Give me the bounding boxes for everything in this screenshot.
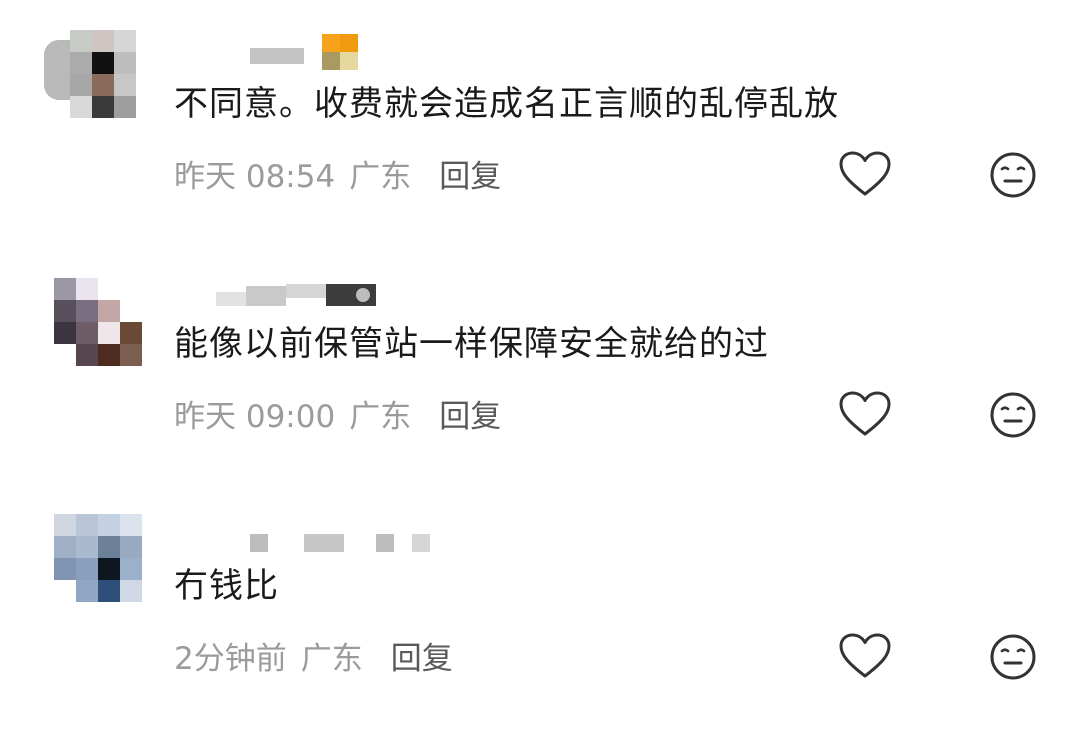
comment-location: 广东 [349,159,412,195]
like-button[interactable] [838,150,892,198]
avatar[interactable] [44,30,144,120]
comment-time: 2分钟前 [174,641,287,677]
heart-outline-icon [839,151,891,196]
user-badge-icon [322,34,340,52]
comment-item: 不同意。收费就会造成名正言顺的乱停乱放 昨天 08:54 广东 回复 [0,26,1080,256]
comment-meta: 昨天 08:54 广东 回复 [174,151,501,196]
like-button[interactable] [838,632,892,680]
comment-meta: 2分钟前 广东 回复 [174,633,453,678]
username-blurred[interactable] [216,280,396,320]
comment-location: 广东 [300,641,363,677]
reply-button[interactable]: 回复 [439,151,501,196]
avatar[interactable] [44,278,144,368]
comment-time: 昨天 08:54 [174,159,336,195]
neutral-face-icon [990,634,1036,680]
neutral-face-icon [990,152,1036,198]
comment-item: 冇钱比 2分钟前 广东 回复 [0,508,1080,738]
username-blurred[interactable] [250,30,430,70]
like-button[interactable] [838,390,892,438]
reply-button[interactable]: 回复 [391,633,453,678]
dislike-button[interactable] [988,390,1038,440]
dislike-button[interactable] [988,150,1038,200]
comment-item: 能像以前保管站一样保障安全就给的过 昨天 09:00 广东 回复 [0,266,1080,496]
comment-text: 能像以前保管站一样保障安全就给的过 [174,324,769,364]
comment-meta: 昨天 09:00 广东 回复 [174,391,501,436]
heart-outline-icon [839,633,891,678]
dislike-button[interactable] [988,632,1038,682]
reply-button[interactable]: 回复 [439,391,501,436]
neutral-face-icon [990,392,1036,438]
comment-location: 广东 [349,399,412,435]
heart-outline-icon [839,391,891,436]
comment-text: 不同意。收费就会造成名正言顺的乱停乱放 [174,84,839,124]
avatar[interactable] [44,514,144,604]
comment-time: 昨天 09:00 [174,399,336,435]
comment-text: 冇钱比 [174,566,279,606]
